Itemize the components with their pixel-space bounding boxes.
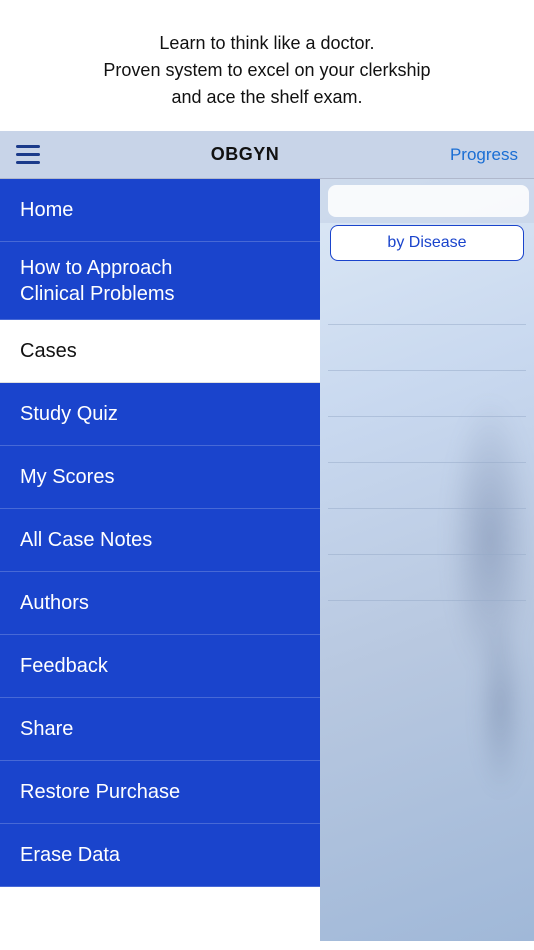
- tagline-line3: and ace the shelf exam.: [171, 87, 362, 107]
- sidebar-item-study-quiz[interactable]: Study Quiz: [0, 383, 320, 446]
- sidebar-item-restore-purchase[interactable]: Restore Purchase: [0, 761, 320, 824]
- sidebar-item-home[interactable]: Home: [0, 179, 320, 242]
- sidebar-item-cases[interactable]: Cases: [0, 320, 320, 383]
- background-lines: [320, 279, 534, 941]
- right-panel: Cancel by Disease: [320, 179, 534, 941]
- navbar: OBGYN Progress: [0, 131, 534, 179]
- sidebar-item-erase-data[interactable]: Erase Data: [0, 824, 320, 887]
- tagline-line2: Proven system to excel on your clerkship: [103, 60, 430, 80]
- sidebar-item-feedback[interactable]: Feedback: [0, 635, 320, 698]
- sidebar: HomeHow to ApproachClinical ProblemsCase…: [0, 179, 320, 941]
- sidebar-item-authors[interactable]: Authors: [0, 572, 320, 635]
- search-input[interactable]: [328, 185, 529, 217]
- hamburger-button[interactable]: [16, 145, 40, 164]
- search-area: Cancel: [320, 179, 534, 223]
- navbar-title: OBGYN: [211, 144, 280, 165]
- tagline: Learn to think like a doctor. Proven sys…: [0, 0, 534, 131]
- sidebar-item-all-case-notes[interactable]: All Case Notes: [0, 509, 320, 572]
- sidebar-item-share[interactable]: Share: [0, 698, 320, 761]
- sidebar-item-how-to-approach[interactable]: How to ApproachClinical Problems: [0, 242, 320, 320]
- sidebar-item-my-scores[interactable]: My Scores: [0, 446, 320, 509]
- tagline-line1: Learn to think like a doctor.: [159, 33, 374, 53]
- by-disease-button[interactable]: by Disease: [330, 225, 524, 261]
- main-area: HomeHow to ApproachClinical ProblemsCase…: [0, 179, 534, 941]
- progress-button[interactable]: Progress: [450, 145, 518, 165]
